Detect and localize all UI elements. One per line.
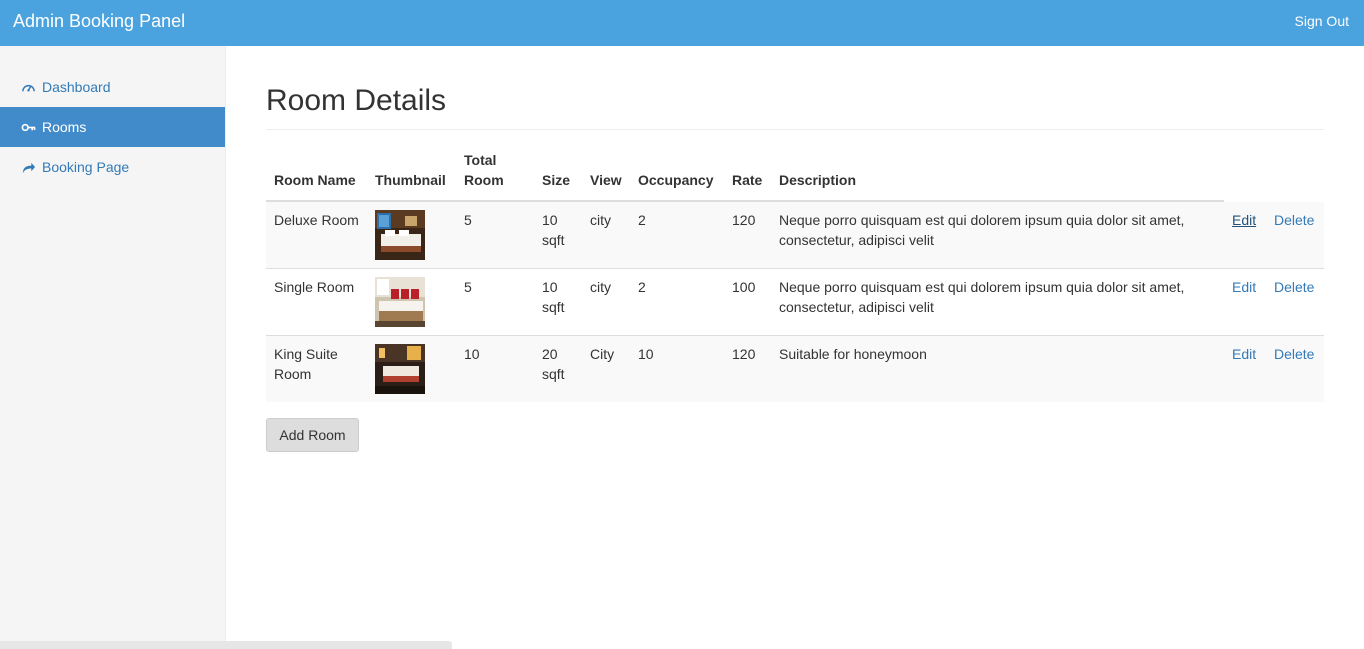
occupancy: 2 — [630, 268, 724, 336]
table-row: King Suite Room 10 20 sqft City 10 120 S… — [266, 335, 1324, 402]
room-view: City — [582, 335, 630, 402]
room-photo[interactable] — [375, 344, 425, 394]
key-icon — [20, 119, 36, 135]
sidebar-item-label: Booking Page — [42, 159, 130, 175]
rooms-table: Room Name Thumbnail Total Room Size View… — [266, 142, 1324, 402]
room-photo[interactable] — [375, 277, 425, 327]
thumbnail-cell — [367, 268, 456, 336]
sidebar-item-dashboard[interactable]: Dashboard — [0, 67, 225, 107]
column-header: Description — [771, 142, 1224, 202]
total-rooms: 5 — [456, 268, 534, 336]
table-header-row: Room Name Thumbnail Total Room Size View… — [266, 142, 1324, 202]
browser-status-bar — [0, 641, 452, 649]
room-view: city — [582, 201, 630, 269]
sidebar-item-label: Rooms — [42, 119, 87, 135]
sidebar-item-booking-page[interactable]: Booking Page — [0, 147, 225, 187]
occupancy: 2 — [630, 201, 724, 269]
column-header: Total Room — [456, 142, 534, 202]
rate: 100 — [724, 268, 771, 336]
description: Suitable for honeymoon — [771, 335, 1224, 402]
total-rooms: 10 — [456, 335, 534, 402]
column-header-blank — [1266, 142, 1324, 202]
occupancy: 10 — [630, 335, 724, 402]
edit-link[interactable]: Edit — [1232, 279, 1256, 295]
page-title: Room Details — [266, 84, 447, 117]
column-header: Room Name — [266, 142, 367, 202]
column-header: View — [582, 142, 630, 202]
edit-link[interactable]: Edit — [1232, 212, 1256, 228]
delete-link[interactable]: Delete — [1274, 212, 1314, 228]
rate: 120 — [724, 201, 771, 269]
thumbnail-cell — [367, 335, 456, 402]
edit-link[interactable]: Edit — [1232, 346, 1256, 362]
room-size: 20 sqft — [534, 335, 582, 402]
sidebar: Dashboard Rooms Booking Page — [0, 46, 226, 649]
sidebar-item-label: Dashboard — [42, 79, 111, 95]
room-name: Deluxe Room — [266, 201, 367, 269]
room-name: King Suite Room — [266, 335, 367, 402]
sign-out-link[interactable]: Sign Out — [1295, 13, 1349, 29]
room-photo[interactable] — [375, 210, 425, 260]
table-row: Single Room 5 10 sqft city 2 100 Neque p… — [266, 268, 1324, 336]
dashboard-icon — [20, 79, 36, 95]
room-size: 10 sqft — [534, 268, 582, 336]
delete-link[interactable]: Delete — [1274, 346, 1314, 362]
column-header: Rate — [724, 142, 771, 202]
description: Neque porro quisquam est qui dolorem ips… — [771, 268, 1224, 336]
title-divider — [266, 129, 1324, 130]
column-header: Occupancy — [630, 142, 724, 202]
add-room-button[interactable]: Add Room — [266, 418, 359, 452]
column-header: Size — [534, 142, 582, 202]
brand-title[interactable]: Admin Booking Panel — [13, 11, 185, 32]
table-row: Deluxe Room 5 10 sqft city 2 120 Neque p… — [266, 201, 1324, 269]
room-view: city — [582, 268, 630, 336]
delete-link[interactable]: Delete — [1274, 279, 1314, 295]
column-header-blank — [1224, 142, 1266, 202]
thumbnail-cell — [367, 201, 456, 269]
sidebar-item-rooms[interactable]: Rooms — [0, 107, 225, 147]
total-rooms: 5 — [456, 201, 534, 269]
share-arrow-icon — [20, 159, 36, 175]
room-size: 10 sqft — [534, 201, 582, 269]
room-name: Single Room — [266, 268, 367, 336]
rate: 120 — [724, 335, 771, 402]
description: Neque porro quisquam est qui dolorem ips… — [771, 201, 1224, 269]
top-navbar: Admin Booking Panel Sign Out — [0, 0, 1364, 46]
column-header: Thumbnail — [367, 142, 456, 202]
